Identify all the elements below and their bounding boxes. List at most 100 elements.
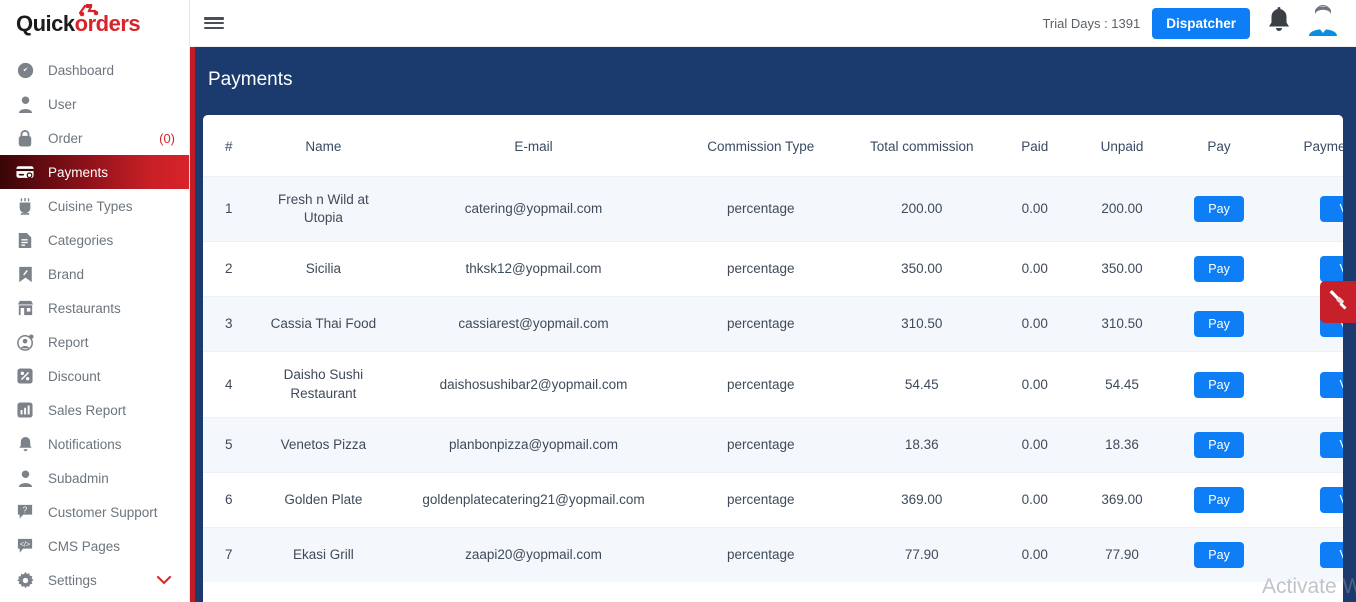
sidebar-item-dashboard[interactable]: Dashboard [0, 53, 189, 87]
chevron-down-icon[interactable] [157, 573, 171, 587]
payment-history-view-button[interactable]: View [1319, 371, 1343, 398]
column-header-payment-history[interactable]: Payment History [1266, 115, 1343, 177]
sidebar-item-label: Brand [48, 266, 85, 282]
pay-button[interactable]: Pay [1194, 431, 1244, 458]
brand-logo[interactable]: Quickorders [0, 0, 189, 47]
pay-button[interactable]: Pay [1194, 541, 1244, 568]
sidebar-item-discount[interactable]: Discount [0, 359, 189, 393]
pay-button[interactable]: Pay [1194, 196, 1244, 223]
column-header-number[interactable]: # [203, 115, 255, 177]
pay-button-cell: Pay [1171, 175, 1267, 242]
restaurant-email: cassiarest@yopmail.com [392, 296, 675, 352]
pay-button[interactable]: Pay [1194, 486, 1244, 513]
sidebar-item-label: Discount [48, 368, 101, 384]
column-header-commission-type[interactable]: Commission Type [674, 115, 847, 177]
sidebar-item-payments[interactable]: Payments [0, 155, 189, 189]
sidebar-item-report[interactable]: Report [0, 325, 189, 359]
sidebar-item-subadmin[interactable]: Subadmin [0, 461, 189, 495]
table-row: 4 Daisho Sushi Restaurant daishosushibar2@… [203, 351, 1343, 418]
sidebar-item-label: Cuisine Types [48, 198, 133, 214]
column-header-paid[interactable]: Paid [996, 115, 1073, 177]
hamburger-icon[interactable] [204, 15, 224, 31]
payment-history-view-button-cell: View [1266, 471, 1343, 528]
svg-text:</>: </> [20, 540, 30, 548]
payment-history-view-button[interactable]: View [1319, 196, 1343, 223]
payment-history-view-button[interactable]: View [1319, 431, 1343, 458]
sidebar-item-customer-support[interactable]: ? Customer Support [0, 495, 189, 529]
sidebar-item-label: Customer Support [48, 504, 158, 520]
unpaid-amount: 200.00 [1072, 175, 1172, 242]
payment-history-view-button[interactable]: View [1319, 486, 1343, 513]
restaurant-email: thksk12@yopmail.com [392, 241, 675, 297]
help-chat-icon: ? [16, 503, 34, 521]
sidebar-item-sales-report[interactable]: Sales Report [0, 393, 189, 427]
column-header-pay[interactable]: Pay [1171, 115, 1267, 177]
restaurant-email: zaapi20@yopmail.com [392, 526, 675, 582]
main-area: Trial Days : 1391 Dispatcher Payments # … [190, 0, 1356, 602]
topbar: Trial Days : 1391 Dispatcher [190, 0, 1356, 47]
unpaid-amount: 350.00 [1072, 241, 1172, 297]
payment-history-view-button[interactable]: View [1319, 541, 1343, 568]
report-icon [16, 333, 34, 351]
sidebar-item-notifications[interactable]: Notifications [0, 427, 189, 461]
content-panel: Payments # Name E-mail Commission Type T… [190, 47, 1356, 602]
pay-button[interactable]: Pay [1194, 311, 1244, 338]
payment-history-view-button-cell: View [1266, 175, 1343, 242]
column-header-name[interactable]: Name [254, 115, 393, 177]
sidebar-item-label: Notifications [48, 436, 122, 452]
column-header-unpaid[interactable]: Unpaid [1072, 115, 1172, 177]
table-row: 1 Fresh n Wild at Utopia catering@yopmail.… [203, 175, 1343, 242]
user-avatar-icon[interactable] [1306, 4, 1340, 43]
cup-icon [16, 197, 34, 215]
sidebar-item-user[interactable]: User [0, 87, 189, 121]
unpaid-amount: 369.00 [1072, 471, 1172, 528]
pay-button-cell: Pay [1171, 351, 1267, 418]
pay-button-cell: Pay [1171, 241, 1267, 297]
sidebar-item-categories[interactable]: Categories [0, 223, 189, 257]
dashboard-icon [16, 61, 34, 79]
pay-button-cell: Pay [1171, 416, 1267, 473]
row-number: 2 [203, 241, 255, 297]
sidebar-item-label: Report [48, 334, 89, 350]
sidebar-item-order[interactable]: Order (0) [0, 121, 189, 155]
bell-icon [16, 435, 34, 453]
commission-type: percentage [674, 175, 847, 242]
row-number: 5 [203, 416, 255, 473]
gear-icon [16, 571, 34, 589]
sidebar-item-label: Order [48, 130, 83, 146]
total-commission: 200.00 [846, 175, 997, 242]
payment-history-view-button-cell: View [1266, 416, 1343, 473]
pay-button[interactable]: Pay [1194, 371, 1244, 398]
chart-icon [16, 401, 34, 419]
sidebar-item-cuisine-types[interactable]: Cuisine Types [0, 189, 189, 223]
table-header-row: # Name E-mail Commission Type Total comm… [203, 115, 1343, 177]
payment-history-view-button[interactable]: View [1319, 256, 1343, 283]
sidebar-item-brand[interactable]: Brand [0, 257, 189, 291]
theme-customizer-tab[interactable] [1320, 281, 1356, 323]
sidebar-item-restaurants[interactable]: Restaurants [0, 291, 189, 325]
sidebar-item-cms-pages[interactable]: </> CMS Pages [0, 529, 189, 563]
commission-type: percentage [674, 526, 847, 582]
commission-type: percentage [674, 241, 847, 297]
pay-button-cell: Pay [1171, 471, 1267, 528]
paid-amount: 0.00 [996, 241, 1073, 297]
column-header-total-commission[interactable]: Total commission [846, 115, 997, 177]
paid-amount: 0.00 [996, 471, 1073, 528]
restaurant-email: daishosushibar2@yopmail.com [392, 351, 675, 418]
restaurant-email: goldenplatecatering21@yopmail.com [392, 471, 675, 528]
column-header-email[interactable]: E-mail [392, 115, 675, 177]
sidebar: Quickorders Dashboard User Order (0) Pay… [0, 0, 190, 602]
payment-history-view-button-cell: View [1266, 351, 1343, 418]
table-head: # Name E-mail Commission Type Total comm… [203, 115, 1343, 177]
paid-amount: 0.00 [996, 351, 1073, 418]
dispatcher-button[interactable]: Dispatcher [1152, 7, 1250, 39]
sidebar-item-label: Categories [48, 232, 114, 248]
bell-icon[interactable] [1266, 6, 1292, 40]
restaurant-name: Golden Plate [254, 471, 393, 528]
unpaid-amount: 18.36 [1072, 416, 1172, 473]
logo-quick: Quick [16, 10, 75, 36]
pay-button[interactable]: Pay [1194, 256, 1244, 283]
bookmark-icon [16, 265, 34, 283]
paid-amount: 0.00 [996, 296, 1073, 352]
sidebar-item-settings[interactable]: Settings [0, 563, 189, 597]
